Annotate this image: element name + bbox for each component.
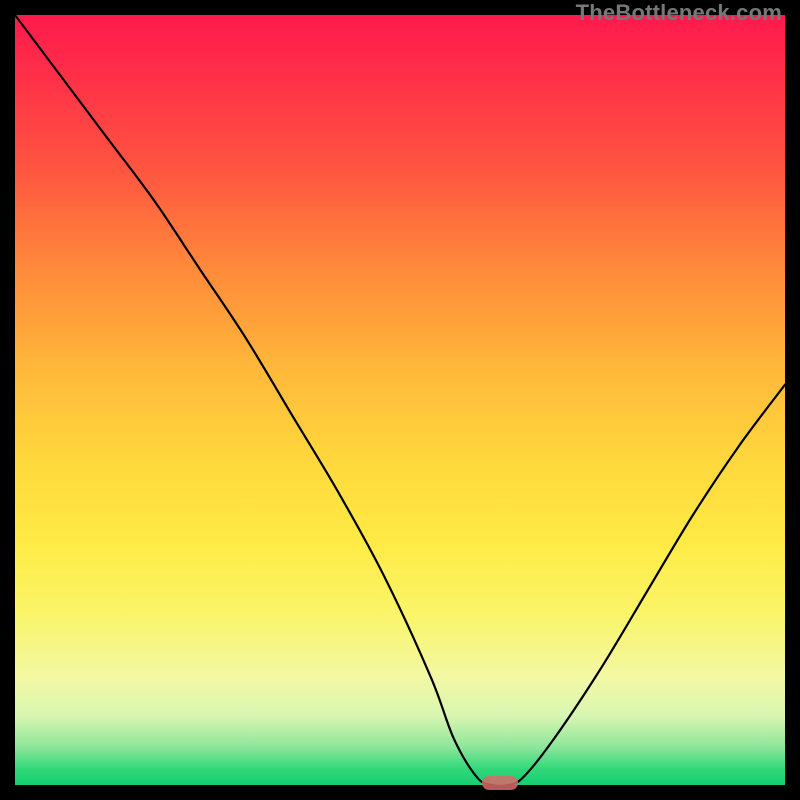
plot-area [15,15,785,785]
minimum-marker [482,776,518,790]
chart-frame: TheBottleneck.com [0,0,800,800]
bottleneck-curve [15,15,785,785]
watermark-text: TheBottleneck.com [576,0,782,26]
